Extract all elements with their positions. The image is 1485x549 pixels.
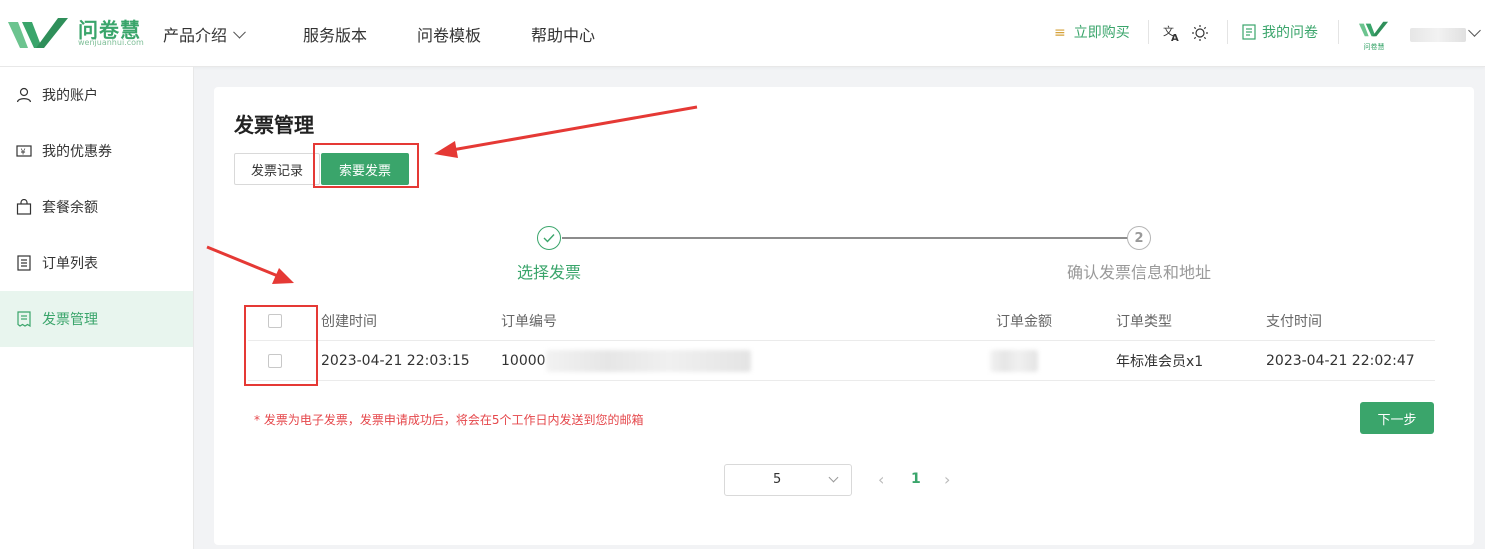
my-surveys-label: 我的问卷 (1262, 25, 1318, 41)
step-2-number: 2 (1127, 226, 1151, 250)
avatar-logo-icon (1358, 21, 1389, 37)
order-number-redacted (545, 350, 751, 372)
my-surveys-link[interactable]: 我的问卷 (1242, 22, 1318, 42)
divider (1227, 20, 1228, 44)
invoice-card: 发票管理 发票记录 索要发票 2 选择发票 确认发票信息和地址 创建时间 订单编… (214, 87, 1474, 545)
step-2-label: 确认发票信息和地址 (1067, 263, 1212, 282)
prev-page-icon[interactable]: ‹ (878, 470, 884, 489)
coupon-icon: ¥ (16, 143, 32, 159)
page-number-current[interactable]: 1 (911, 471, 921, 487)
order-type: 年标准会员x1 (1116, 354, 1204, 370)
sidebar-item-label: 订单列表 (42, 256, 98, 272)
next-step-button[interactable]: 下一步 (1360, 402, 1434, 434)
step-1-label: 选择发票 (517, 263, 582, 282)
created-time: 2023-04-21 22:03:15 (321, 353, 470, 369)
buy-now-link[interactable]: ≡ 立即购买 (1054, 22, 1130, 42)
chevron-down-icon[interactable] (1468, 24, 1481, 37)
chevron-down-icon (828, 472, 839, 483)
paid-time: 2023-04-21 22:02:47 (1266, 353, 1415, 369)
list-icon (16, 255, 32, 271)
highlight-box-checkboxes (244, 305, 318, 386)
invoice-icon (16, 311, 32, 327)
column-header: 订单金额 (996, 314, 1052, 330)
order-amount-redacted (990, 341, 1038, 381)
sidebar-item-label: 套餐余额 (42, 200, 98, 216)
order-number-prefix: 10000 (501, 353, 546, 369)
logo-mark-icon (8, 18, 68, 48)
sidebar: 我的账户 ¥ 我的优惠券 套餐余额 订单列表 发票管理 (0, 67, 194, 549)
divider (1148, 20, 1149, 44)
translate-icon[interactable]: 文 A (1163, 24, 1181, 42)
bag-icon (16, 199, 32, 215)
tab-invoice-records[interactable]: 发票记录 (234, 153, 320, 185)
table-row[interactable]: 2023-04-21 22:03:15 10000 年标准会员x1 2023-0… (248, 341, 1435, 381)
nav-survey-templates[interactable]: 问卷模板 (417, 22, 481, 46)
sidebar-item-coupons[interactable]: ¥ 我的优惠券 (0, 123, 193, 179)
sidebar-item-label: 发票管理 (42, 312, 98, 328)
chevron-down-icon (233, 25, 246, 39)
username-redacted[interactable] (1410, 28, 1466, 42)
invoice-note: * 发票为电子发票，发票申请成功后，将会在5个工作日内发送到您的邮箱 (254, 413, 644, 427)
step-1-check-icon (537, 226, 561, 250)
order-number: 10000 (501, 341, 751, 381)
user-icon (16, 87, 32, 103)
nav-label: 产品介绍 (163, 26, 228, 45)
sidebar-item-invoices[interactable]: 发票管理 (0, 291, 193, 347)
nav-product-intro[interactable]: 产品介绍 (163, 22, 246, 46)
sidebar-item-orders[interactable]: 订单列表 (0, 235, 193, 291)
column-header: 创建时间 (321, 314, 377, 330)
top-header: 问卷慧 wenjuanhui.com 产品介绍 服务版本 问卷模板 帮助中心 ≡… (0, 0, 1485, 67)
svg-text:¥: ¥ (21, 148, 26, 157)
sidebar-item-label: 我的优惠券 (42, 144, 112, 160)
logo-subtext: wenjuanhui.com (78, 38, 144, 47)
step-connector (562, 237, 1128, 239)
highlight-box-tab (313, 143, 419, 188)
avatar-caption: 问卷慧 (1363, 43, 1385, 51)
sidebar-item-account[interactable]: 我的账户 (0, 67, 193, 123)
next-page-icon[interactable]: › (944, 470, 950, 489)
logo[interactable]: 问卷慧 wenjuanhui.com (6, 12, 146, 52)
page-size-select[interactable]: 5 (724, 464, 852, 496)
sidebar-item-label: 我的账户 (42, 88, 98, 104)
avatar[interactable]: 问卷慧 (1358, 18, 1390, 51)
page-size-value: 5 (773, 472, 782, 487)
table-header: 创建时间 订单编号 订单金额 订单类型 支付时间 (248, 301, 1435, 341)
buy-now-label: 立即购买 (1073, 25, 1130, 41)
theme-sun-icon[interactable] (1191, 24, 1209, 42)
nav-service-version[interactable]: 服务版本 (303, 22, 367, 46)
svg-text:A: A (1171, 33, 1179, 42)
page-title: 发票管理 (234, 113, 314, 137)
nav-help-center[interactable]: 帮助中心 (531, 22, 595, 46)
column-header: 订单编号 (501, 314, 557, 330)
coin-icon: ≡ (1054, 25, 1066, 41)
column-header: 订单类型 (1116, 314, 1172, 330)
document-icon (1242, 24, 1256, 40)
column-header: 支付时间 (1266, 314, 1322, 330)
sidebar-item-package-balance[interactable]: 套餐余额 (0, 179, 193, 235)
divider (1338, 20, 1339, 44)
